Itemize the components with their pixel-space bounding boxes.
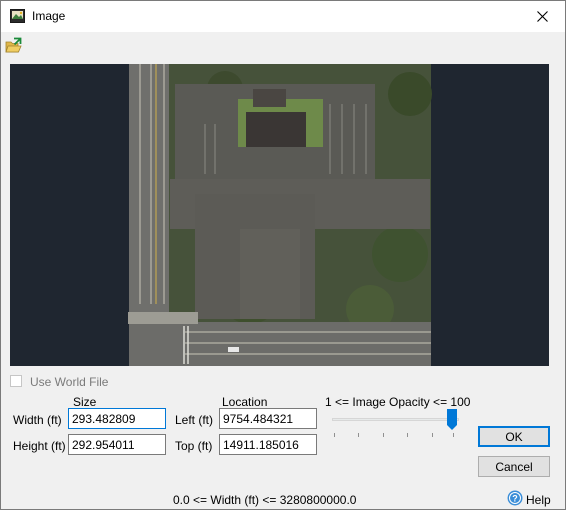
size-heading: Size	[73, 395, 97, 409]
image-dialog: Image Use World File Size Location 1 <= …	[0, 0, 566, 510]
close-icon[interactable]	[519, 1, 565, 32]
slider-tick	[334, 433, 335, 437]
location-heading: Location	[222, 395, 268, 409]
image-preview	[10, 64, 549, 366]
opacity-slider-thumb[interactable]	[447, 409, 457, 430]
help-link[interactable]: Help	[526, 493, 551, 507]
slider-tick	[432, 433, 433, 437]
height-field[interactable]	[68, 434, 166, 455]
slider-tick	[383, 433, 384, 437]
slider-tick	[358, 433, 359, 437]
use-world-file-checkbox[interactable]	[10, 375, 22, 387]
width-field[interactable]	[68, 408, 166, 429]
slider-tick	[453, 433, 454, 437]
top-field[interactable]	[219, 434, 317, 455]
svg-text:?: ?	[512, 494, 518, 504]
open-folder-icon[interactable]	[5, 37, 23, 55]
width-label: Width (ft)	[13, 413, 62, 427]
window-title: Image	[32, 9, 66, 23]
use-world-file-label: Use World File	[30, 375, 109, 389]
status-text: 0.0 <= Width (ft) <= 3280800000.0	[173, 493, 357, 507]
status-bar: 0.0 <= Width (ft) <= 3280800000.0 ? Help	[1, 488, 565, 509]
aerial-photo	[10, 64, 549, 366]
title-bar: Image	[1, 1, 565, 32]
top-label: Top (ft)	[175, 439, 213, 453]
left-label: Left (ft)	[175, 413, 214, 427]
height-label: Height (ft)	[13, 439, 66, 453]
ok-button[interactable]: OK	[478, 426, 550, 447]
opacity-slider-track[interactable]	[332, 418, 459, 421]
slider-tick	[407, 433, 408, 437]
left-field[interactable]	[219, 408, 317, 429]
help-icon[interactable]: ?	[507, 490, 523, 506]
opacity-label: 1 <= Image Opacity <= 100	[325, 395, 471, 409]
image-app-icon	[10, 9, 25, 23]
cancel-button[interactable]: Cancel	[478, 456, 550, 477]
